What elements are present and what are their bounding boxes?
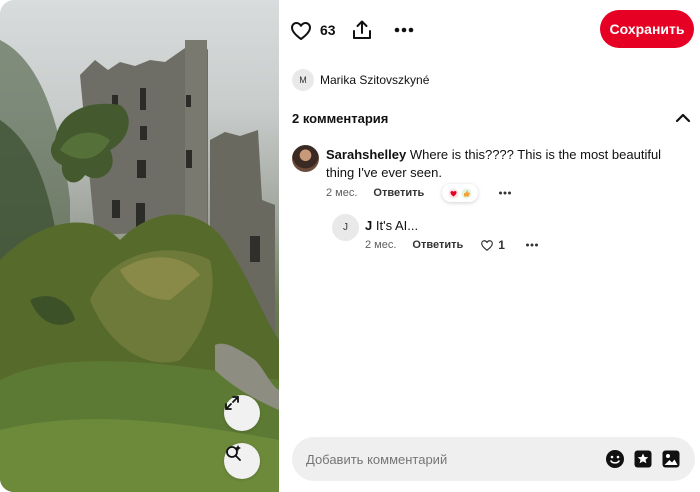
pin-details-panel: 63 Сохранить M Marika Szitovszkyné 2 ком… (279, 0, 700, 492)
comment-like-button[interactable]: 1 (480, 238, 505, 252)
heart-reaction-icon (448, 188, 459, 198)
comment-more-icon[interactable] (525, 241, 539, 249)
comment-body: Sarahshelley Where is this???? This is t… (326, 146, 686, 182)
comment-body: J It's AI... (365, 218, 418, 233)
visual-search-button[interactable] (224, 443, 260, 479)
author-avatar[interactable]: M (292, 69, 314, 91)
action-bar: 63 Сохранить (279, 0, 700, 62)
lens-search-icon (226, 445, 241, 461)
thumbs-up-reaction-icon (461, 188, 472, 198)
sticker-icon[interactable] (633, 449, 653, 469)
comment-author[interactable]: J (365, 218, 372, 233)
comment-like-count: 1 (498, 238, 505, 252)
comment-more-icon[interactable] (498, 189, 512, 197)
share-icon[interactable] (351, 19, 373, 41)
reactions-summary[interactable] (442, 184, 479, 202)
reply-button[interactable]: Ответить (373, 187, 424, 199)
commenter-avatar[interactable] (292, 145, 319, 172)
expand-button[interactable] (224, 395, 260, 431)
pin-image[interactable] (0, 0, 279, 492)
comment-time: 2 мес. (326, 187, 358, 199)
more-options-icon[interactable] (392, 19, 416, 41)
photo-icon[interactable] (661, 449, 681, 469)
comments-header: 2 комментария (292, 110, 692, 130)
author-name[interactable]: Marika Szitovszkyné (320, 73, 429, 87)
comment-meta: 2 мес. Ответить (326, 184, 512, 202)
comment-text: It's AI... (375, 218, 419, 233)
comment-author[interactable]: Sarahshelley (326, 147, 406, 162)
pin-author[interactable]: M Marika Szitovszkyné (292, 69, 429, 91)
expand-icon (225, 396, 239, 410)
emoji-icon[interactable] (605, 449, 625, 469)
save-button[interactable]: Сохранить (600, 10, 694, 48)
heart-icon (481, 239, 494, 251)
comment-time: 2 мес. (365, 239, 397, 251)
chevron-up-icon[interactable] (674, 110, 692, 126)
commenter-avatar[interactable]: J (332, 214, 359, 241)
like-count: 63 (320, 22, 336, 38)
comments-count-title: 2 комментария (292, 111, 389, 126)
heart-icon[interactable] (290, 20, 312, 42)
comment-meta: 2 мес. Ответить 1 (365, 238, 539, 252)
comment-input[interactable] (306, 437, 596, 481)
comment-composer (292, 437, 695, 481)
reply-button[interactable]: Ответить (412, 239, 463, 251)
